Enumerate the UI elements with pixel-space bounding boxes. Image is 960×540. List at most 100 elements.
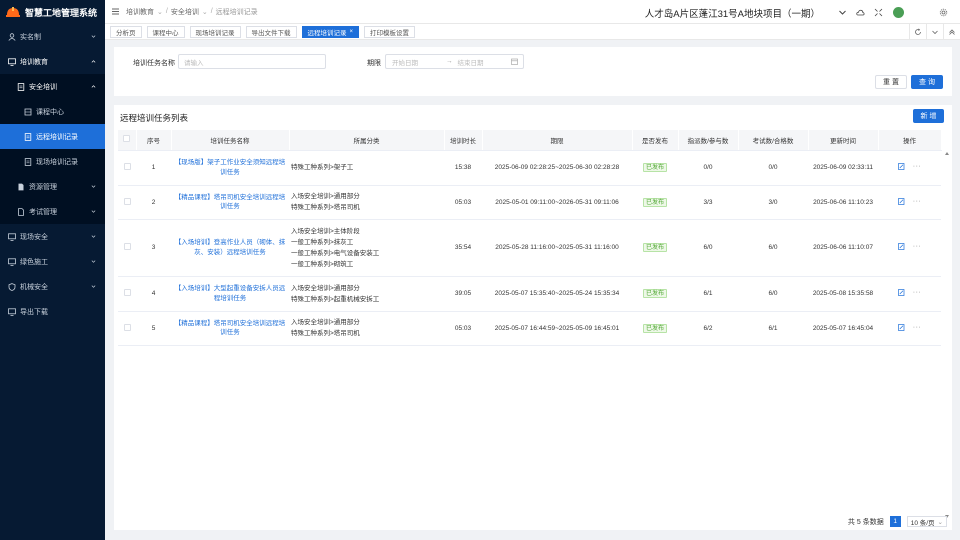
breadcrumb-separator: /	[210, 8, 213, 15]
status-badge: 已发布	[642, 163, 667, 172]
more-icon[interactable]: ···	[913, 163, 922, 170]
add-button[interactable]: 新 增	[913, 109, 944, 123]
row-number: 2	[136, 185, 171, 220]
more-icon[interactable]: ···	[913, 243, 922, 250]
sidebar-item-remote-training[interactable]: 远程培训记录	[0, 124, 105, 149]
chevron-down-icon	[91, 285, 96, 288]
breadcrumb-item[interactable]: 培训教育	[126, 7, 154, 17]
query-button[interactable]: 查 询	[911, 75, 943, 89]
sidebar-item-exam[interactable]: 考试管理	[0, 199, 105, 224]
sidebar-item-training[interactable]: 培训教育	[0, 49, 105, 74]
column-header: 培训时长	[444, 130, 483, 151]
task-table: 序号 培训任务名称 所属分类 培训时长 期限 是否发布 指派数/参与数 考试数/…	[118, 130, 942, 346]
cloud-icon[interactable]	[855, 7, 865, 17]
more-icon[interactable]: ···	[913, 198, 922, 205]
close-icon[interactable]: ×	[350, 29, 354, 35]
sidebar-item-machine-safety[interactable]: 机械安全	[0, 274, 105, 299]
expand-icon[interactable]	[943, 24, 960, 40]
category-cell: 特殊工种系列>架子工	[289, 150, 444, 186]
actions-cell: ···	[878, 276, 941, 312]
sidebar-item-onsite-training[interactable]: 现场培训记录	[0, 149, 105, 174]
header-actions	[837, 0, 960, 24]
tab-onsite-training[interactable]: 现场培训记录	[189, 25, 241, 38]
project-selector[interactable]: 人才岛A片区蓬江31号A地块项目（一期）	[645, 6, 820, 20]
sidebar-item-label: 导出下载	[20, 308, 48, 316]
tabs-bar: 分析页 课程中心 现场培训记录 导出文件下载 远程培训记录 × 打印模板设置	[105, 24, 960, 40]
task-name-link[interactable]: 【精品课程】塔吊司机安全培训远程培训任务	[171, 311, 289, 346]
table-row: 4 【入场培训】大型起重设备安拆人员远程培训任务 入场安全培训>通用部分 特殊工种…	[118, 276, 941, 312]
tab-label: 分析页	[116, 29, 136, 37]
helmet-logo-icon	[6, 7, 20, 17]
sidebar-item-label: 培训教育	[20, 58, 48, 66]
chevron-down-icon[interactable]	[926, 24, 943, 40]
row-number: 4	[136, 276, 171, 312]
menu-toggle-icon[interactable]	[111, 7, 120, 16]
more-icon[interactable]: ···	[913, 289, 922, 296]
assign-cell: 6/1	[678, 276, 738, 312]
date-range-picker[interactable]: 开始日期 → 结束日期	[385, 54, 524, 69]
monitor-icon	[7, 232, 16, 241]
gear-icon[interactable]	[938, 7, 948, 17]
task-name-link[interactable]: 【精品课程】塔吊司机安全培训远程培训任务	[171, 185, 289, 220]
tab-remote-training[interactable]: 远程培训记录 ×	[301, 25, 360, 38]
end-date-placeholder: 结束日期	[457, 59, 484, 67]
sidebar-item-export-download[interactable]: 导出下载	[0, 299, 105, 324]
task-name-placeholder: 请输入	[184, 59, 204, 67]
category-line: 入场安全培训>通用部分	[291, 193, 360, 200]
search-panel: 培训任务名称 请输入 期限 开始日期 → 结束日期 重 置 查 询	[114, 47, 952, 96]
tab-analysis[interactable]: 分析页	[110, 25, 142, 38]
app-title: 智慧工地管理系统	[25, 7, 98, 18]
file-icon	[16, 207, 25, 216]
avatar[interactable]	[893, 6, 904, 18]
chevron-down-icon	[91, 35, 96, 38]
vertical-scrollbar[interactable]	[944, 151, 950, 519]
page-size-value: 10 条/页	[910, 519, 935, 527]
fullscreen-icon[interactable]	[873, 7, 883, 17]
task-name-input[interactable]: 请输入	[178, 54, 326, 69]
task-name-link[interactable]: 【现场版】架子工作业安全须知远程培训任务	[171, 150, 289, 186]
row-select-cell	[118, 150, 136, 186]
sidebar-item-course-center[interactable]: 课程中心	[0, 99, 105, 124]
category-line: 特殊工种系列>架子工	[291, 164, 354, 171]
refresh-icon[interactable]	[909, 24, 926, 40]
row-checkbox[interactable]	[123, 163, 131, 170]
select-all-checkbox[interactable]	[123, 135, 131, 143]
sidebar-item-green-construction[interactable]: 绿色施工	[0, 249, 105, 274]
column-header: 期限	[482, 130, 633, 151]
edit-icon[interactable]	[897, 163, 905, 170]
tab-label: 打印模板设置	[370, 29, 410, 37]
row-checkbox[interactable]	[123, 197, 131, 205]
chevron-down-icon[interactable]	[837, 7, 847, 17]
tab-export-download[interactable]: 导出文件下载	[245, 25, 297, 38]
edit-icon[interactable]	[897, 243, 905, 250]
edit-icon[interactable]	[897, 289, 905, 296]
more-icon[interactable]: ···	[913, 324, 922, 331]
sidebar-item-resource[interactable]: 资源管理	[0, 174, 105, 199]
sidebar-item-safety-training[interactable]: 安全培训	[0, 74, 105, 99]
status-badge: 已发布	[642, 323, 667, 333]
edit-icon[interactable]	[897, 197, 905, 205]
row-select-cell	[118, 276, 136, 312]
row-checkbox[interactable]	[123, 289, 131, 296]
chevron-down-icon	[91, 235, 96, 238]
page-current[interactable]: 1	[889, 516, 901, 527]
row-checkbox[interactable]	[123, 323, 131, 331]
sidebar-item-site-safety[interactable]: 现场安全	[0, 224, 105, 249]
reset-button[interactable]: 重 置	[875, 75, 907, 89]
breadcrumb-item[interactable]: 安全培训	[171, 7, 199, 17]
task-name-link[interactable]: 【入场培训】大型起重设备安拆人员远程培训任务	[171, 276, 289, 312]
table-row: 2 【精品课程】塔吊司机安全培训远程培训任务 入场安全培训>通用部分 特殊工种系列…	[118, 185, 941, 220]
table-row: 1 【现场版】架子工作业安全须知远程培训任务 特殊工种系列>架子工 15:38 …	[118, 150, 941, 186]
actions-cell: ···	[878, 219, 941, 277]
sidebar-item-realname[interactable]: 实名制	[0, 24, 105, 49]
page-size-select[interactable]: 10 条/页 ⌄	[906, 516, 947, 527]
category-line: 入场安全培训>通用部分	[291, 284, 360, 292]
edit-icon[interactable]	[897, 323, 905, 331]
updated-cell: 2025-06-06 11:10:23	[808, 185, 878, 220]
file-icon	[16, 182, 25, 191]
task-name-link[interactable]: 【入场培训】登高作业人员（砌体、抹灰、安装）远程培训任务	[171, 219, 289, 277]
tab-print-template[interactable]: 打印模板设置	[364, 25, 416, 38]
tab-course-center[interactable]: 课程中心	[146, 25, 185, 38]
row-checkbox[interactable]	[123, 243, 131, 250]
table-row: 5 【精品课程】塔吊司机安全培训远程培训任务 入场安全培训>通用部分 特殊工种系列…	[118, 311, 941, 346]
